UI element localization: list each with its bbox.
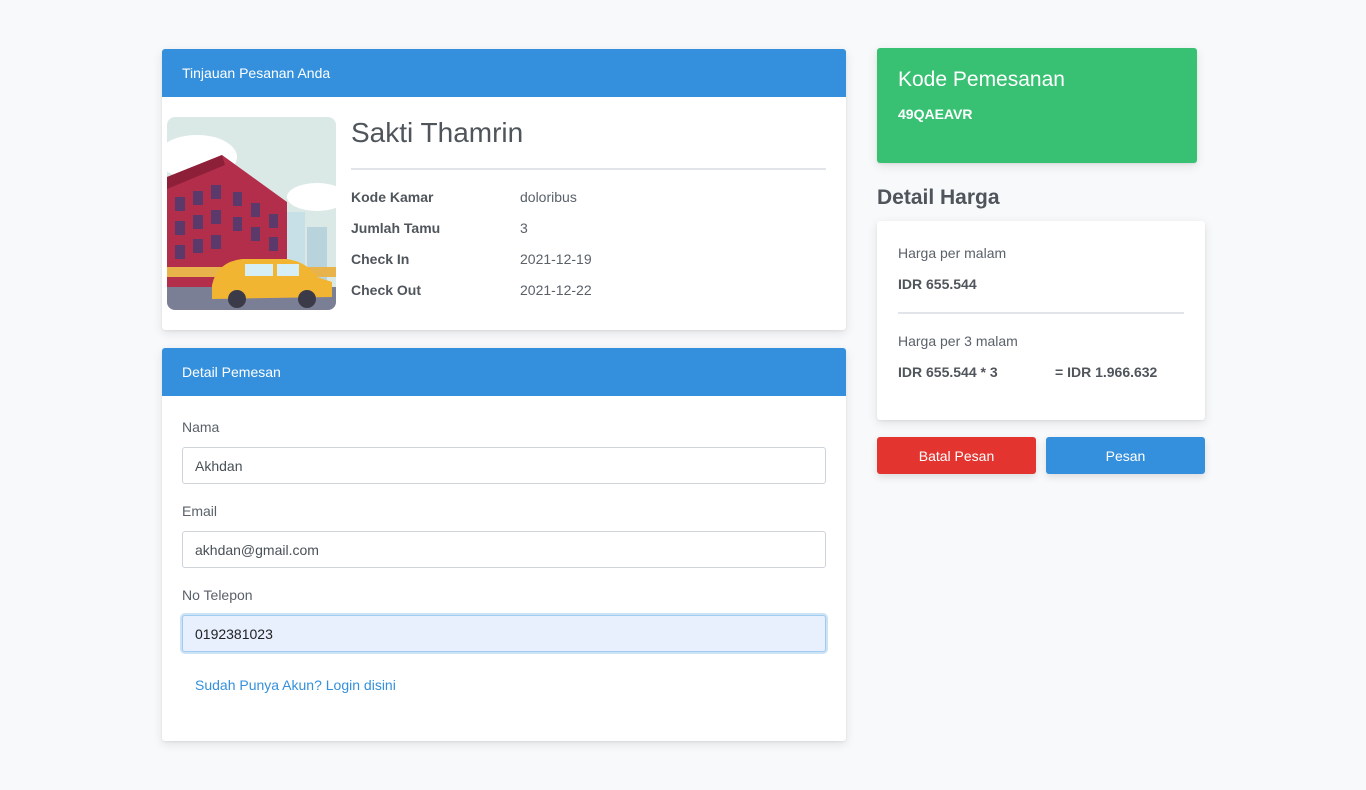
price-per-night-label: Harga per malam — [898, 245, 1007, 261]
booking-code-value: 49QAEAVR — [898, 106, 973, 122]
cancel-order-button[interactable]: Batal Pesan — [877, 437, 1036, 474]
price-details-card: Harga per malam IDR 655.544 Harga per 3 … — [877, 221, 1205, 420]
detail-row-guest-count: Jumlah Tamu 3 — [351, 218, 528, 238]
guest-count-label: Jumlah Tamu — [351, 220, 441, 236]
name-input[interactable] — [182, 447, 826, 484]
check-out-value: 2021-12-22 — [520, 282, 592, 298]
room-code-label: Kode Kamar — [351, 189, 434, 205]
name-label: Nama — [182, 419, 220, 435]
email-label: Email — [182, 503, 218, 519]
order-review-header: Tinjauan Pesanan Anda — [162, 49, 846, 97]
room-code-value: doloribus — [520, 189, 577, 205]
booking-code-title: Kode Pemesanan — [898, 68, 1065, 91]
guest-name: Sakti Thamrin — [351, 117, 524, 148]
price-details-title: Detail Harga — [877, 186, 1000, 209]
guest-count-value: 3 — [520, 220, 528, 236]
review-divider — [351, 168, 826, 170]
detail-row-check-out: Check Out 2021-12-22 — [351, 280, 592, 300]
customer-details-header: Detail Pemesan — [162, 348, 846, 396]
booking-code-card: Kode Pemesanan 49QAEAVR — [877, 48, 1197, 163]
total-price-value: = IDR 1.966.632 — [1055, 364, 1158, 380]
total-price-formula: IDR 655.544 * 3 — [898, 364, 998, 380]
total-price-label: Harga per 3 malam — [898, 333, 1018, 349]
check-out-label: Check Out — [351, 282, 422, 298]
hotel-image — [167, 117, 336, 310]
order-review-card: Tinjauan Pesanan Anda Sakti Thamrin Kode… — [162, 49, 846, 330]
login-link[interactable]: Sudah Punya Akun? Login disini — [195, 677, 396, 693]
email-input[interactable] — [182, 531, 826, 568]
phone-label: No Telepon — [182, 587, 253, 603]
detail-row-check-in: Check In 2021-12-19 — [351, 249, 592, 269]
phone-input[interactable] — [182, 615, 826, 652]
check-in-label: Check In — [351, 251, 410, 267]
check-in-value: 2021-12-19 — [520, 251, 592, 267]
place-order-button[interactable]: Pesan — [1046, 437, 1205, 474]
detail-row-room-code: Kode Kamar doloribus — [351, 187, 577, 207]
price-divider — [898, 312, 1184, 314]
customer-details-card: Detail Pemesan Nama Email No Telepon Sud… — [162, 348, 846, 741]
price-per-night-value: IDR 655.544 — [898, 276, 977, 292]
